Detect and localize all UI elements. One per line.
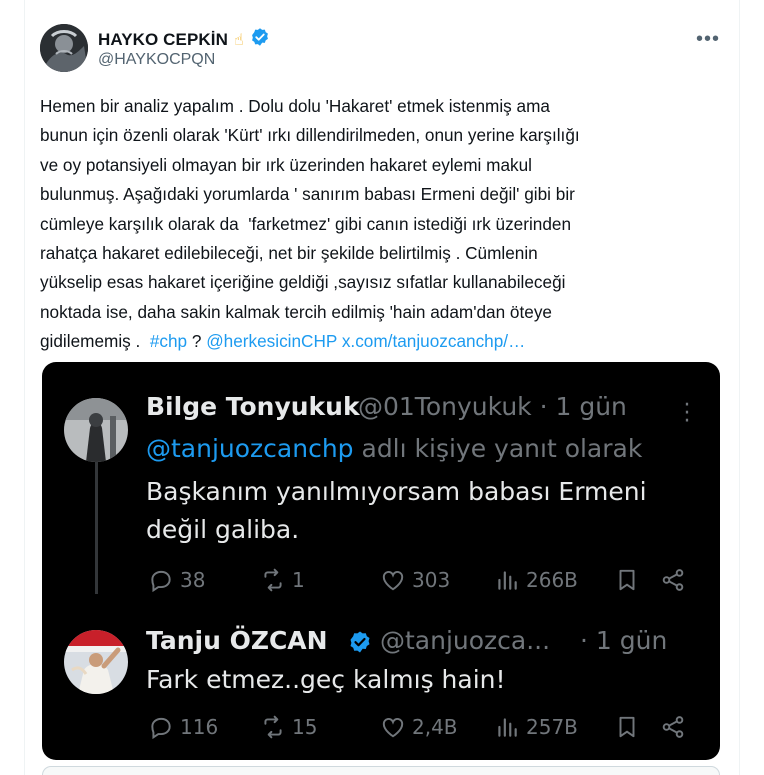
reply1-body-line2: değil galiba. [146,515,300,544]
reply2-view-count: 257B [526,715,578,739]
thread-line [95,462,98,594]
reply2-time: · 1 gün [580,626,668,655]
views-icon [498,718,517,737]
reply2-handle: @tanjuozca... [380,626,551,655]
reply2-share-icon [660,714,686,740]
retweet-icon [264,568,282,592]
reply2-author-name: Tanju ÖZCAN [146,626,328,655]
more-options-icon[interactable]: ••• [696,28,720,51]
reply1-more-icon: · · · [683,393,691,434]
comment-icon [151,717,171,740]
tweet-header: HAYKO CEPKİN ☝ @HAYKOCPQN ••• [40,22,730,78]
reply2-bookmark-icon [614,714,640,740]
reply1-author-name: Bilge Tonyukuk [146,392,360,421]
reply2-retweet-count: 15 [292,715,318,739]
reply2-retweet: 15 [260,714,317,740]
next-media-edge [42,766,720,775]
reply1-share-icon [660,567,686,593]
reply2-views: 257B [494,714,578,740]
tanju-avatar [64,630,128,694]
reply1-retweet-count: 1 [292,568,305,592]
reply1-actions: 38 1 303 266B [148,567,688,597]
reply1-comment-count: 38 [180,568,206,592]
reply1-reply-to-suffix: adlı kişiye yanıt olarak [353,434,643,463]
tweet-body: Hemen bir analiz yapalım . Dolu dolu 'Ha… [40,96,580,352]
reply2-verified-icon [348,630,372,658]
author-handle[interactable]: @HAYKOCPQN [98,51,215,69]
hashtag-link[interactable]: #chp [150,331,187,351]
reply1-handle-time: @01Tonyukuk · 1 gün [358,392,627,421]
reply1-like: 303 [380,567,450,593]
heart-icon [382,718,404,738]
tweet-text: Hemen bir analiz yapalım . Dolu dolu 'Ha… [40,92,700,357]
embedded-screenshot-media[interactable]: Bilge Tonyukuk @01Tonyukuk · 1 gün · · · @… [42,362,720,760]
reply2-actions: 116 15 2,4B 257B [148,714,688,744]
heart-icon [382,571,404,591]
verified-badge-icon [250,27,270,52]
reply2-comment: 116 [148,714,218,740]
reply1-body-line1: Başkanım yanılmıyorsam babası Ermeni [146,477,647,506]
reply1-reply-context: @tanjuozcanchp adlı kişiye yanıt olarak [146,434,642,463]
author-name-row: HAYKO CEPKİN ☝ [98,27,270,52]
reply2-like-count: 2,4B [412,715,458,739]
reply2-like: 2,4B [380,714,458,740]
reply1-view-count: 266B [526,568,578,592]
retweet-icon [264,715,282,739]
author-avatar[interactable] [40,24,88,72]
comment-icon [151,570,171,593]
bilge-avatar [64,398,128,462]
reply2-body: Fark etmez..geç kalmış hain! [146,665,506,694]
reply1-retweet: 1 [260,567,305,593]
url-link[interactable]: x.com/tanjuozcanchp/… [342,331,525,351]
reply1-comment: 38 [148,567,205,593]
mention-link[interactable]: @herkesicinCHP [206,331,337,351]
author-display-name[interactable]: HAYKO CEPKİN [98,30,228,50]
pointing-up-emoji: ☝ [234,31,244,49]
reply1-views: 266B [494,567,578,593]
reply1-bookmark-icon [614,567,640,593]
views-icon [498,571,517,590]
reply1-reply-to-handle: @tanjuozcanchp [146,434,354,463]
reply2-comment-count: 116 [180,715,219,739]
tweet-separator: ? [187,331,207,352]
reply1-like-count: 303 [412,568,451,592]
